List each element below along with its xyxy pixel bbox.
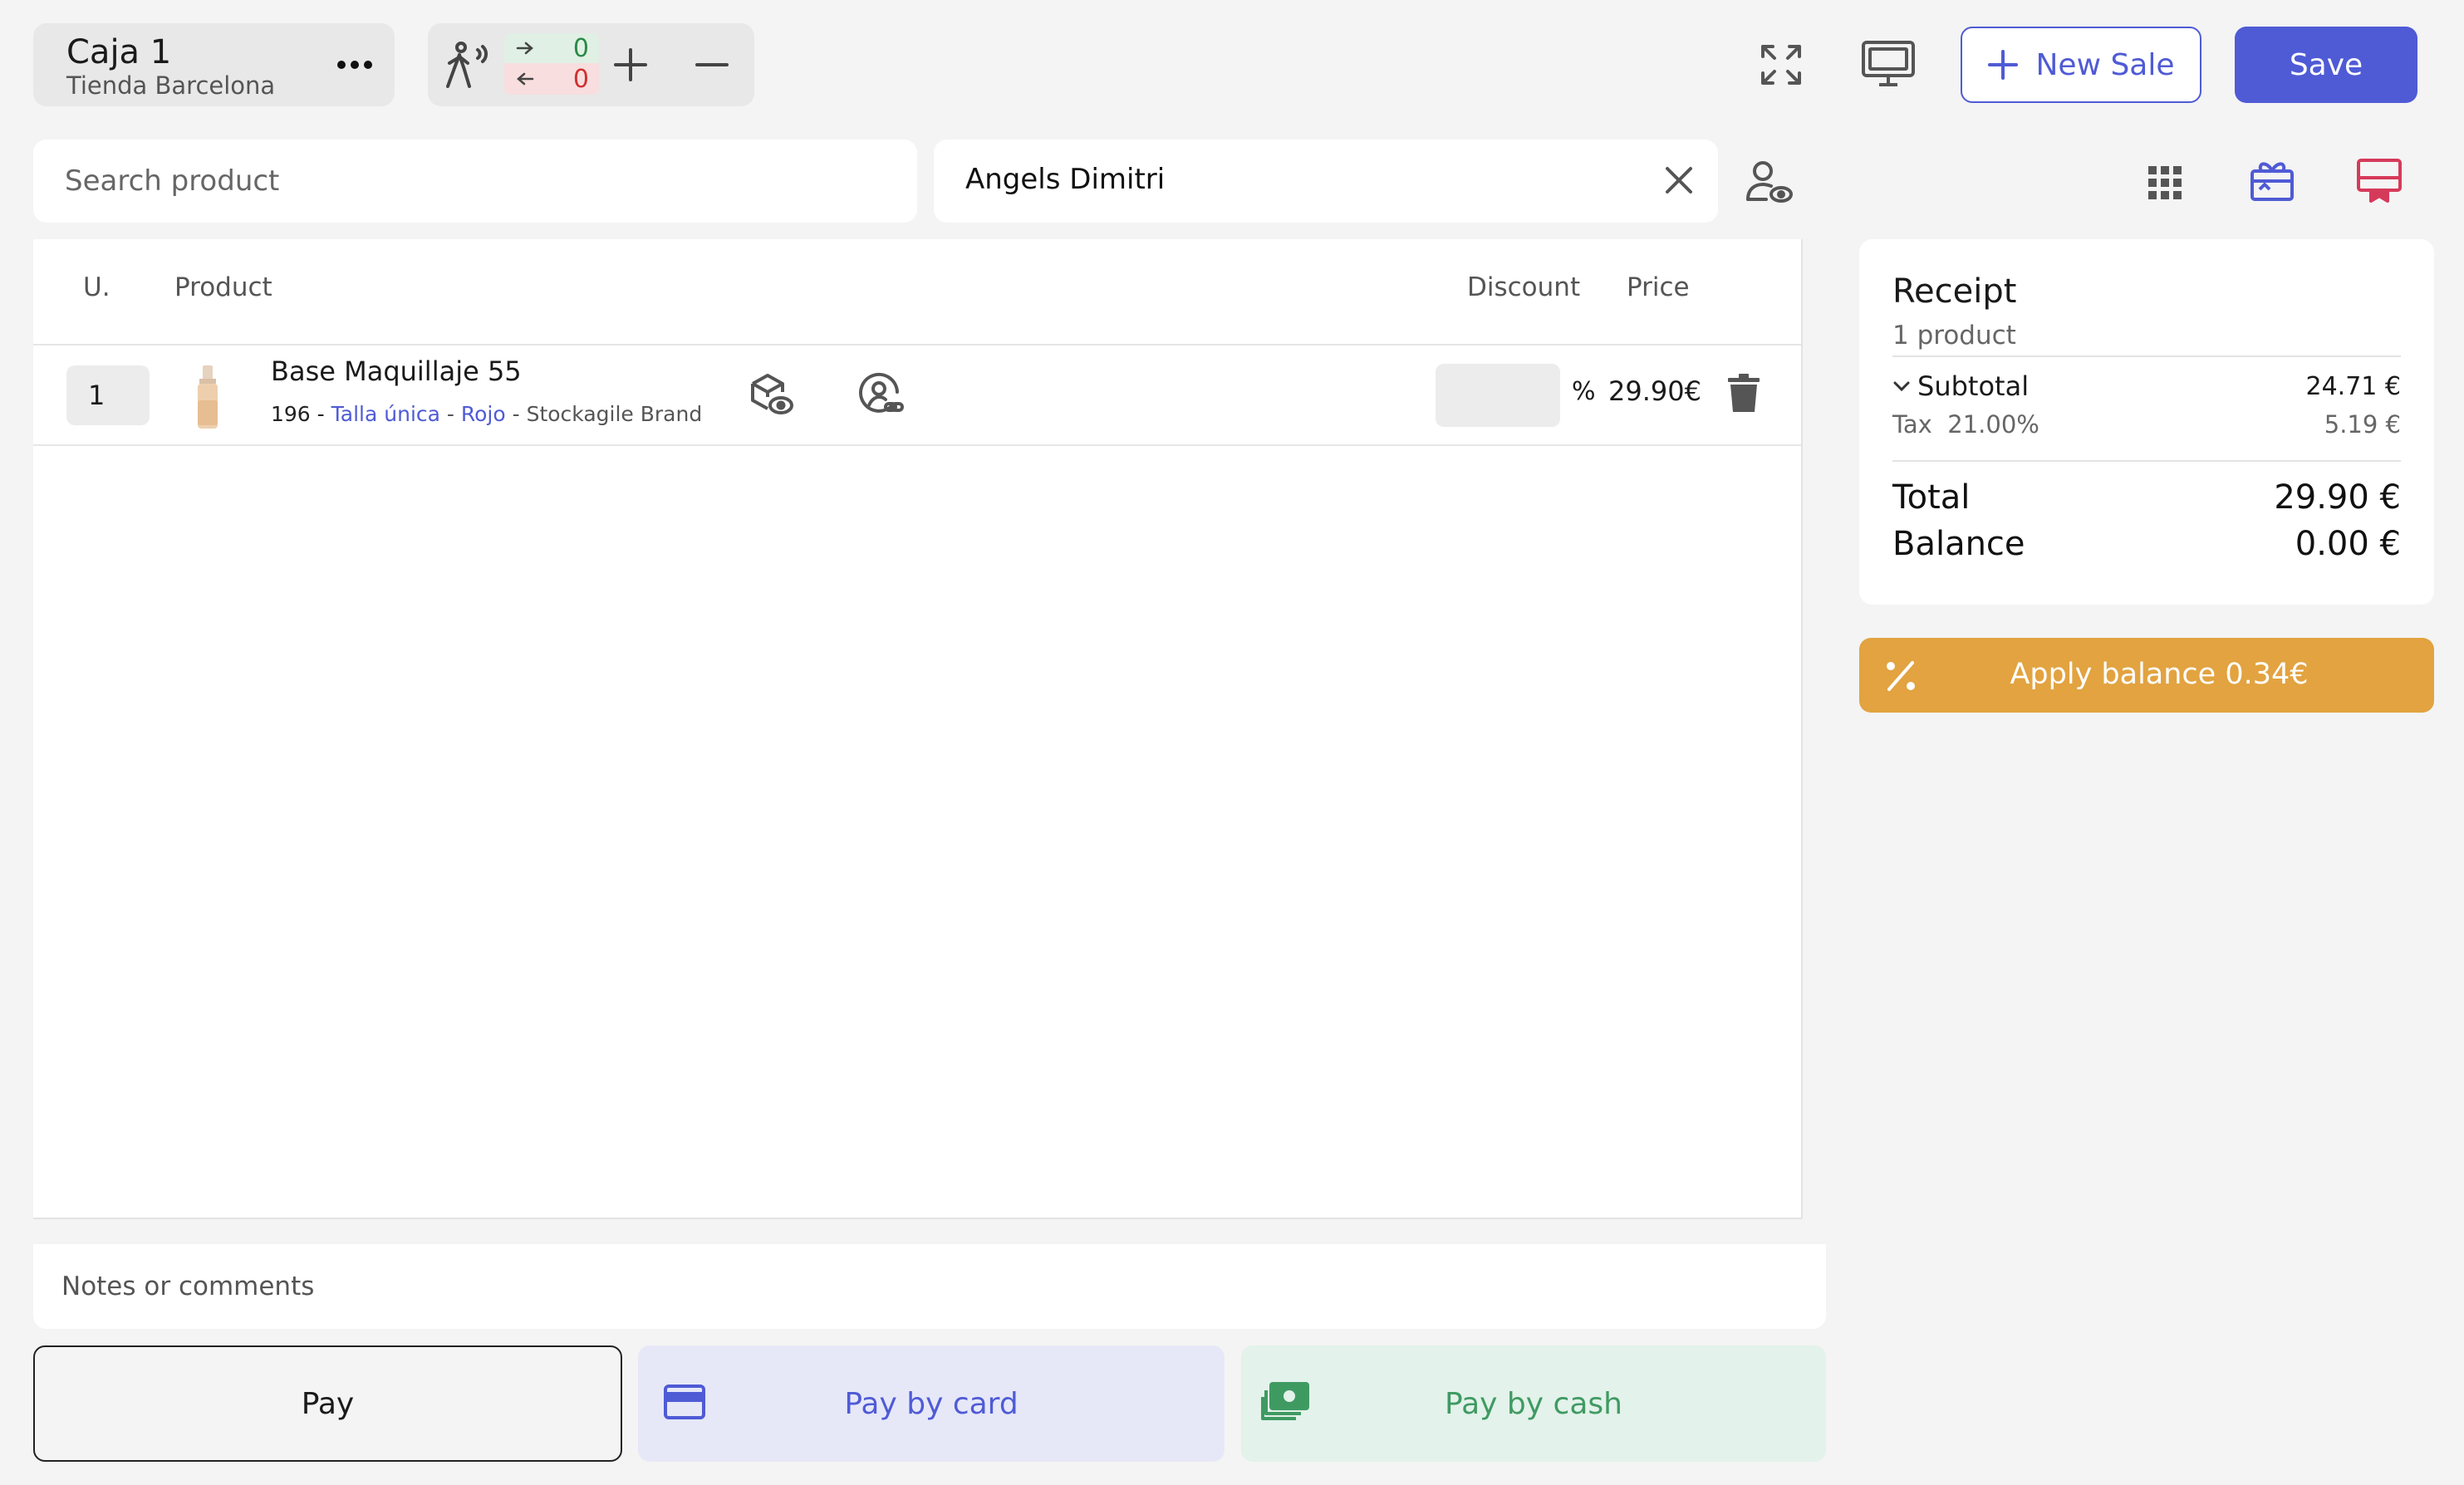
tax-value: 5.19 € xyxy=(2324,410,2401,439)
product-price: 29.90€ xyxy=(1608,375,1701,407)
percent-symbol: % xyxy=(1572,377,1596,406)
add-visitor-icon[interactable] xyxy=(612,47,649,83)
receipt-view-icon[interactable] xyxy=(2356,158,2403,203)
receipt-divider xyxy=(1892,355,2401,357)
plus-icon xyxy=(1987,49,2019,81)
visitors-in: 0 xyxy=(504,33,599,63)
product-name: Base Maquillaje 55 xyxy=(271,355,522,387)
fullscreen-icon[interactable] xyxy=(1760,43,1803,86)
store-name: Tienda Barcelona xyxy=(66,71,276,100)
more-options-icon[interactable] xyxy=(335,47,375,83)
column-header-units: U. xyxy=(83,272,110,302)
row-divider xyxy=(33,444,1801,446)
total-value: 29.90 € xyxy=(2274,478,2401,517)
notes-input[interactable] xyxy=(33,1244,1826,1329)
trash-icon[interactable] xyxy=(1728,374,1760,414)
walking-person-icon xyxy=(444,40,498,90)
clear-customer-icon[interactable] xyxy=(1663,164,1695,196)
visitors-in-count: 0 xyxy=(572,33,589,63)
pay-by-cash-button[interactable]: Pay by cash xyxy=(1241,1345,1826,1462)
receipt-product-count: 1 product xyxy=(1892,321,2016,350)
meta-separator: - xyxy=(310,402,331,426)
product-table: U. Product Discount Price 1 Base Maquill… xyxy=(33,239,1803,1219)
register-selector[interactable]: Caja 1 Tienda Barcelona xyxy=(33,23,395,106)
visitor-counts: 0 0 xyxy=(504,33,599,96)
arrow-left-icon xyxy=(516,71,534,86)
column-header-discount: Discount xyxy=(1467,272,1581,302)
subtotal-toggle[interactable]: Subtotal xyxy=(1892,370,2029,402)
gift-card-icon[interactable] xyxy=(2250,158,2295,203)
pay-by-card-button[interactable]: Pay by card xyxy=(638,1345,1225,1462)
quantity-input[interactable]: 1 xyxy=(66,365,150,425)
subtotal-label: Subtotal xyxy=(1917,370,2030,402)
visitors-out-count: 0 xyxy=(572,64,589,94)
pay-by-cash-label: Pay by cash xyxy=(1445,1387,1622,1421)
product-meta: 196 - Talla única - Rojo - Stockagile Br… xyxy=(271,402,702,426)
column-header-price: Price xyxy=(1627,272,1690,302)
apply-balance-label: Apply balance 0.34€ xyxy=(2010,658,2309,691)
receipt-divider xyxy=(1892,460,2401,462)
customer-name: Angels Dimitri xyxy=(965,163,1166,196)
search-product-input[interactable] xyxy=(33,140,917,223)
visitors-out: 0 xyxy=(504,63,599,95)
pay-button[interactable]: Pay xyxy=(33,1345,622,1462)
receipt-title: Receipt xyxy=(1892,272,2017,311)
arrow-right-icon xyxy=(516,41,534,56)
total-label: Total xyxy=(1892,478,1971,517)
customer-field[interactable]: Angels Dimitri xyxy=(934,140,1718,223)
visitor-counter: 0 0 xyxy=(428,23,754,106)
view-customer-icon[interactable] xyxy=(1745,159,1793,206)
view-stock-icon[interactable] xyxy=(749,372,794,417)
remove-visitor-icon[interactable] xyxy=(694,47,730,83)
discount-input[interactable] xyxy=(1436,364,1560,427)
tax-label: Tax 21.00% xyxy=(1892,410,2039,439)
product-thumbnail xyxy=(191,364,224,430)
balance-value: 0.00 € xyxy=(2295,525,2401,563)
column-header-product: Product xyxy=(174,272,272,302)
product-code: 196 xyxy=(271,402,311,426)
save-button[interactable]: Save xyxy=(2235,27,2417,103)
monitor-icon[interactable] xyxy=(1861,40,1916,88)
chevron-down-icon xyxy=(1892,380,1911,393)
receipt-panel: Receipt 1 product Subtotal 24.71 € Tax 2… xyxy=(1859,239,2434,605)
new-sale-button[interactable]: New Sale xyxy=(1961,27,2201,103)
product-color[interactable]: Rojo xyxy=(461,402,506,426)
link-customer-icon[interactable] xyxy=(857,372,906,420)
product-size[interactable]: Talla única xyxy=(331,402,440,426)
new-sale-label: New Sale xyxy=(2035,47,2175,82)
subtotal-value: 24.71 € xyxy=(2305,372,2401,401)
product-brand: Stockagile Brand xyxy=(526,402,703,426)
meta-separator: - xyxy=(439,402,461,426)
register-title: Caja 1 xyxy=(66,33,172,71)
pay-by-card-label: Pay by card xyxy=(844,1387,1018,1421)
meta-separator: - xyxy=(505,402,527,426)
apply-balance-button[interactable]: Apply balance 0.34€ xyxy=(1859,638,2434,713)
header-divider xyxy=(33,344,1801,346)
grid-view-icon[interactable] xyxy=(2147,164,2183,201)
balance-label: Balance xyxy=(1892,525,2025,563)
